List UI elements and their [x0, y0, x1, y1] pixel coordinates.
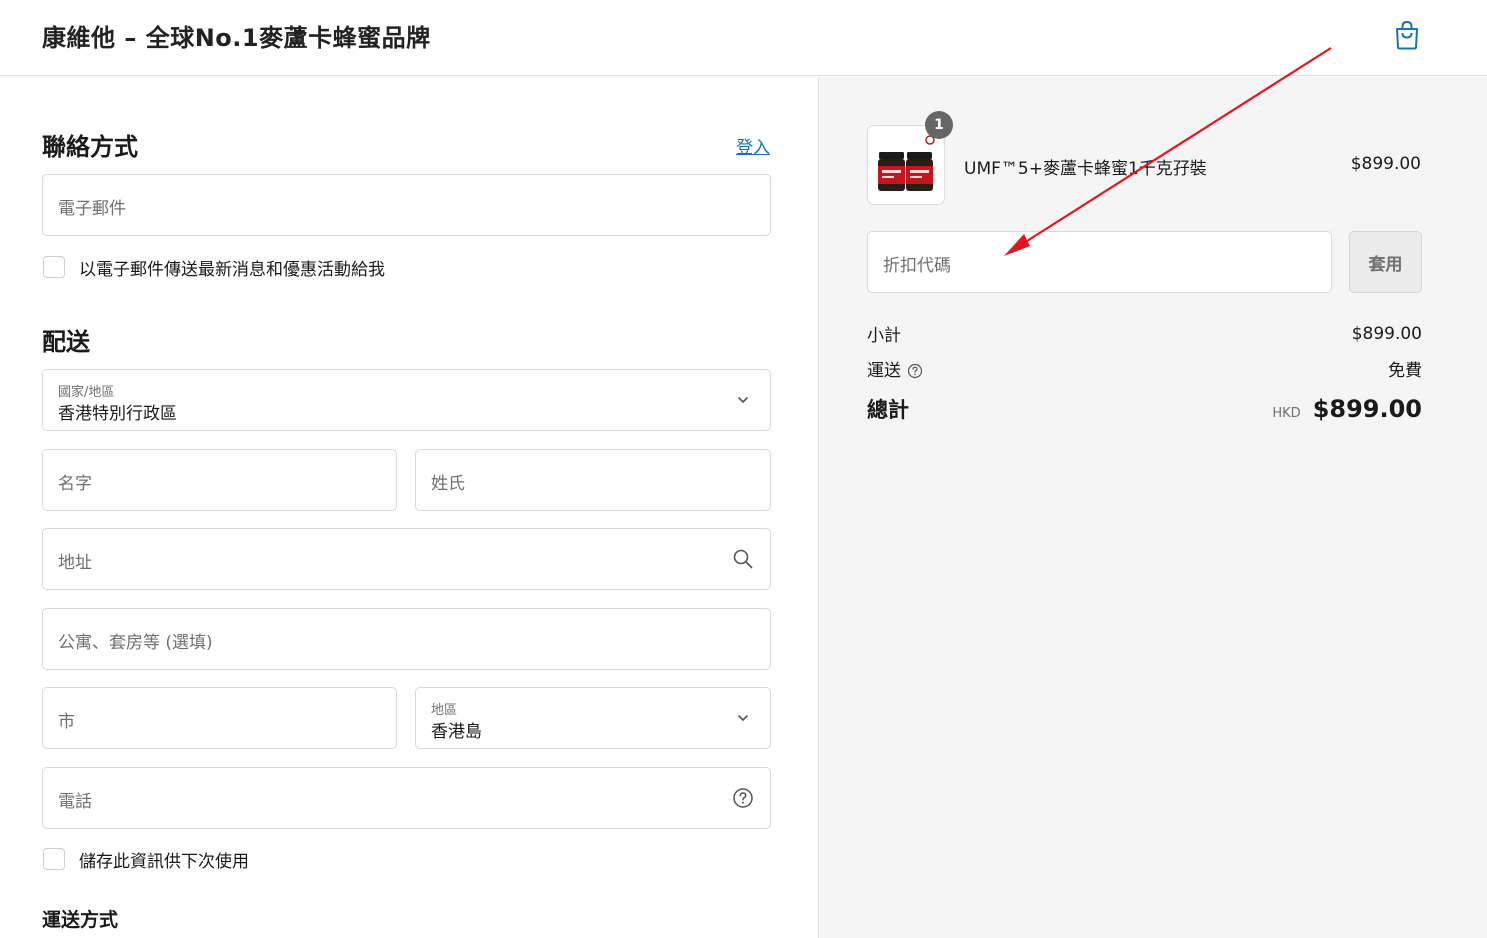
subtotal-row: 小計 $899.00 [867, 321, 1422, 347]
apartment-field[interactable]: 公寓、套房等 (選填) [42, 608, 771, 670]
help-circle-icon[interactable] [907, 363, 923, 379]
shopping-bag-icon[interactable] [1394, 20, 1420, 50]
shipping-method-title: 運送方式 [42, 909, 119, 931]
last-name-placeholder: 姓氏 [431, 474, 465, 494]
total-amount: $899.00 [1312, 395, 1422, 423]
login-link[interactable]: 登入 [736, 133, 770, 158]
region-label: 地區 [431, 703, 458, 718]
first-name-placeholder: 名字 [58, 474, 92, 494]
save-info-checkbox[interactable] [43, 848, 65, 870]
country-value: 香港特別行政區 [58, 404, 177, 424]
delivery-section-title: 配送 [42, 328, 90, 356]
phone-field[interactable]: 電話 [42, 767, 771, 829]
city-placeholder: 市 [58, 712, 75, 732]
chevron-down-icon [738, 397, 748, 403]
shipping-label: 運送 [867, 361, 901, 381]
product-name: UMF™5+麥蘆卡蜂蜜1千克孖裝 [964, 159, 1207, 179]
currency-code: HKD [1272, 406, 1301, 421]
brand-title[interactable]: 康維他 – 全球No.1麥蘆卡蜂蜜品牌 [42, 18, 431, 53]
address-placeholder: 地址 [58, 553, 92, 573]
region-value: 香港島 [431, 722, 482, 742]
quantity-badge: 1 [925, 111, 953, 139]
phone-placeholder: 電話 [58, 792, 92, 812]
address-field[interactable]: 地址 [42, 528, 771, 590]
shipping-value: 免費 [1388, 361, 1422, 381]
email-placeholder: 電子郵件 [58, 199, 126, 219]
subtotal-label: 小計 [867, 326, 901, 346]
apply-discount-button[interactable]: 套用 [1349, 231, 1422, 293]
save-info-label: 儲存此資訊供下次使用 [79, 851, 249, 872]
help-circle-icon[interactable] [732, 787, 754, 809]
country-label: 國家/地區 [58, 385, 115, 400]
discount-placeholder: 折扣代碼 [883, 256, 951, 276]
checkout-header: 康維他 – 全球No.1麥蘆卡蜂蜜品牌 [0, 0, 1487, 76]
region-select[interactable]: 地區 香港島 [415, 687, 771, 749]
country-select[interactable]: 國家/地區 香港特別行政區 [42, 369, 771, 431]
order-summary-panel [818, 77, 1487, 938]
subtotal-value: $899.00 [1351, 323, 1422, 344]
chevron-down-icon [738, 715, 748, 721]
first-name-field[interactable]: 名字 [42, 449, 397, 511]
shipping-row: 運送 免費 [867, 356, 1422, 381]
contact-section-title: 聯絡方式 [42, 133, 138, 161]
product-price: $899.00 [1350, 154, 1421, 174]
email-field[interactable]: 電子郵件 [42, 174, 771, 236]
discount-code-input[interactable]: 折扣代碼 [867, 231, 1332, 293]
search-icon [733, 549, 753, 569]
city-field[interactable]: 市 [42, 687, 397, 749]
total-row: 總計 HKD $899.00 [867, 394, 1422, 424]
newsletter-option[interactable]: 以電子郵件傳送最新消息和優惠活動給我 [43, 255, 385, 280]
last-name-field[interactable]: 姓氏 [415, 449, 771, 511]
newsletter-label: 以電子郵件傳送最新消息和優惠活動給我 [79, 259, 385, 280]
total-label: 總計 [867, 398, 909, 422]
save-info-option[interactable]: 儲存此資訊供下次使用 [43, 847, 249, 872]
newsletter-checkbox[interactable] [43, 256, 65, 278]
apartment-placeholder: 公寓、套房等 (選填) [58, 633, 213, 653]
